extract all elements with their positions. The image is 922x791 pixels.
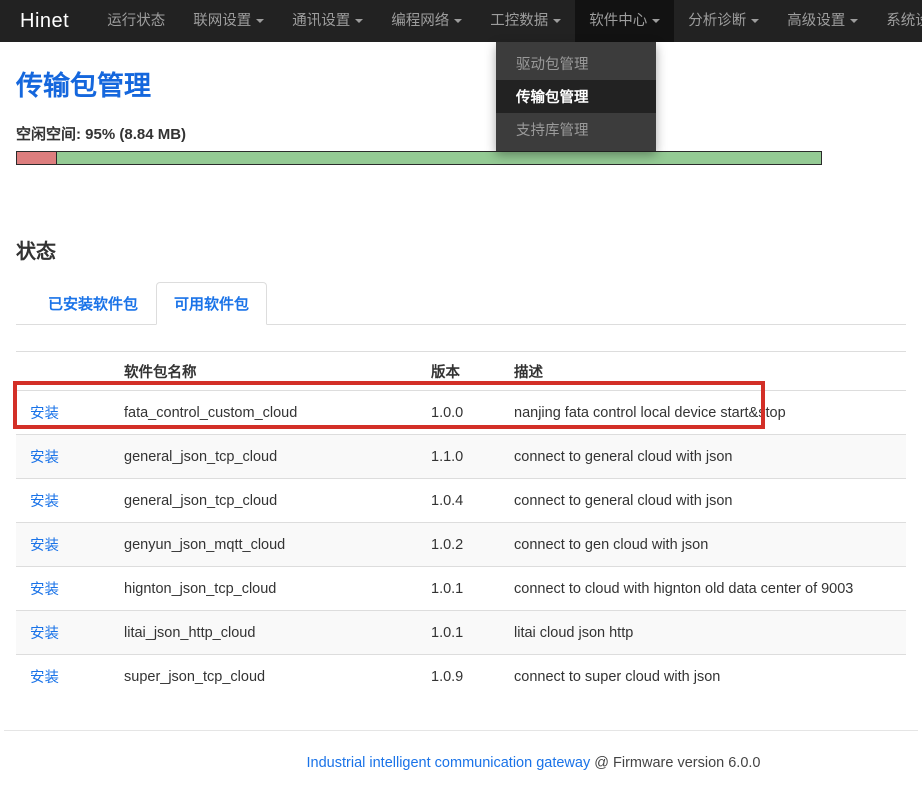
package-description: connect to gen cloud with json: [506, 523, 906, 567]
nav-item-system-settings[interactable]: 系统设置: [872, 0, 922, 42]
header-package-name: 软件包名称: [116, 352, 423, 391]
nav-item-industrial-data[interactable]: 工控数据: [476, 0, 575, 42]
install-button[interactable]: 安装: [30, 450, 59, 466]
page-title: 传输包管理: [16, 64, 906, 103]
packages-table-wrap: 软件包名称 版本 描述 安装 fata_control_custom_cloud…: [16, 351, 906, 698]
chevron-down-icon: [751, 19, 759, 23]
install-button[interactable]: 安装: [30, 670, 59, 686]
package-version: 1.0.2: [423, 523, 506, 567]
gateway-footer-link[interactable]: Industrial intelligent communication gat…: [307, 755, 591, 771]
package-name: genyun_json_mqtt_cloud: [116, 523, 423, 567]
package-name: hignton_json_tcp_cloud: [116, 567, 423, 611]
table-row: 安装 genyun_json_mqtt_cloud 1.0.2 connect …: [16, 523, 906, 567]
nav-item-analysis-diagnosis[interactable]: 分析诊断: [674, 0, 773, 42]
package-tabs: 已安装软件包 可用软件包: [16, 282, 906, 325]
table-header-row: 软件包名称 版本 描述: [16, 352, 906, 391]
package-name: general_json_tcp_cloud: [116, 479, 423, 523]
progress-used-segment: [17, 152, 57, 164]
table-row: 安装 general_json_tcp_cloud 1.1.0 connect …: [16, 435, 906, 479]
install-button[interactable]: 安装: [30, 626, 59, 642]
package-version: 1.0.0: [423, 391, 506, 435]
status-heading: 状态: [16, 235, 906, 264]
free-space-label: 空闲空间: 95% (8.84 MB): [16, 123, 906, 144]
install-button[interactable]: 安装: [30, 582, 59, 598]
table-row: 安装 general_json_tcp_cloud 1.0.4 connect …: [16, 479, 906, 523]
page-content: 传输包管理 空闲空间: 95% (8.84 MB) 状态 已安装软件包 可用软件…: [0, 64, 922, 698]
dropdown-item-driver-package[interactable]: 驱动包管理: [496, 47, 656, 80]
install-button[interactable]: 安装: [30, 538, 59, 554]
header-description: 描述: [506, 352, 906, 391]
chevron-down-icon: [553, 19, 561, 23]
package-name: fata_control_custom_cloud: [116, 391, 423, 435]
install-button[interactable]: 安装: [30, 494, 59, 510]
tab-installed-packages[interactable]: 已安装软件包: [30, 282, 156, 325]
progress-free-segment: [57, 152, 821, 164]
package-name: general_json_tcp_cloud: [116, 435, 423, 479]
package-description: connect to general cloud with json: [506, 435, 906, 479]
package-version: 1.0.9: [423, 655, 506, 699]
free-space-progress-bar: [16, 151, 822, 165]
package-description: litai cloud json http: [506, 611, 906, 655]
header-action: [16, 352, 116, 391]
chevron-down-icon: [652, 19, 660, 23]
nav-item-software-center[interactable]: 软件中心: [575, 0, 674, 42]
table-row: 安装 hignton_json_tcp_cloud 1.0.1 connect …: [16, 567, 906, 611]
package-description: connect to cloud with hignton old data c…: [506, 567, 906, 611]
header-version: 版本: [423, 352, 506, 391]
table-row: 安装 fata_control_custom_cloud 1.0.0 nanji…: [16, 391, 906, 435]
table-row: 安装 litai_json_http_cloud 1.0.1 litai clo…: [16, 611, 906, 655]
chevron-down-icon: [355, 19, 363, 23]
nav-item-communication-settings[interactable]: 通讯设置: [278, 0, 377, 42]
software-center-dropdown: 驱动包管理 传输包管理 支持库管理: [496, 42, 656, 151]
package-description: connect to general cloud with json: [506, 479, 906, 523]
top-navbar: Hinet 运行状态 联网设置 通讯设置 编程网络 工控数据 软件中心 分析诊断…: [0, 0, 922, 42]
package-version: 1.0.1: [423, 567, 506, 611]
nav-item-programming-network[interactable]: 编程网络: [377, 0, 476, 42]
package-description: connect to super cloud with json: [506, 655, 906, 699]
chevron-down-icon: [256, 19, 264, 23]
package-name: litai_json_http_cloud: [116, 611, 423, 655]
package-name: super_json_tcp_cloud: [116, 655, 423, 699]
chevron-down-icon: [454, 19, 462, 23]
tab-available-packages[interactable]: 可用软件包: [156, 282, 267, 325]
dropdown-item-transfer-package[interactable]: 传输包管理: [496, 80, 656, 113]
packages-table: 软件包名称 版本 描述 安装 fata_control_custom_cloud…: [16, 351, 906, 698]
package-version: 1.1.0: [423, 435, 506, 479]
dropdown-item-support-library[interactable]: 支持库管理: [496, 113, 656, 146]
package-version: 1.0.1: [423, 611, 506, 655]
brand-logo[interactable]: Hinet: [0, 10, 93, 33]
package-description: nanjing fata control local device start&…: [506, 391, 906, 435]
chevron-down-icon: [850, 19, 858, 23]
firmware-version-text: @ Firmware version 6.0.0: [594, 755, 760, 771]
footer: Industrial intelligent communication gat…: [0, 731, 922, 791]
nav-item-advanced-settings[interactable]: 高级设置: [773, 0, 872, 42]
table-row: 安装 super_json_tcp_cloud 1.0.9 connect to…: [16, 655, 906, 699]
nav-item-network-settings[interactable]: 联网设置: [179, 0, 278, 42]
nav-item-running-status[interactable]: 运行状态: [93, 0, 179, 42]
install-button[interactable]: 安装: [30, 406, 59, 422]
package-version: 1.0.4: [423, 479, 506, 523]
